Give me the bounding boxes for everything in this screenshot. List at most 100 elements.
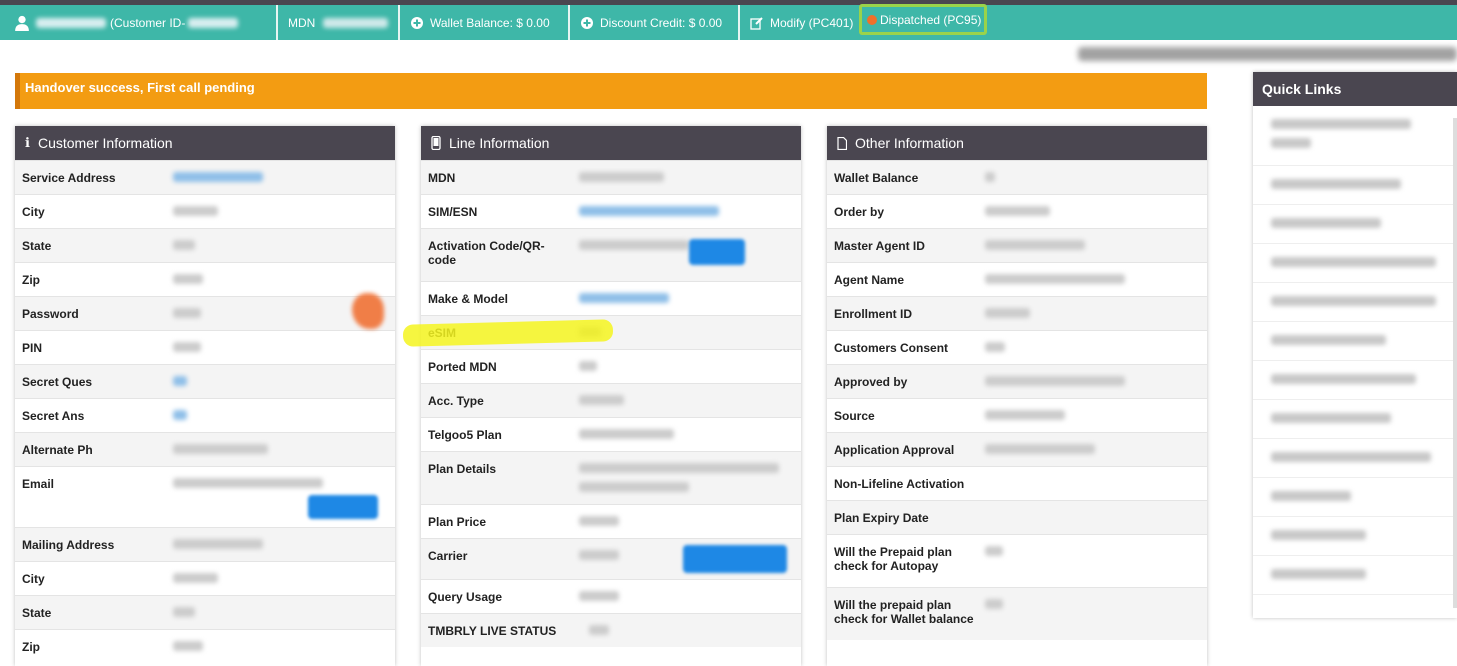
row-label: Password [22,307,79,321]
line-information-rows: MDN SIM/ESN Activation Code/QR-code Make… [421,160,801,647]
row-value[interactable] [165,433,395,466]
system-config-link[interactable] [1078,47,1457,61]
mobile-icon [431,136,441,150]
row-label: TMBRLY LIVE STATUS [428,624,557,638]
quick-link-item[interactable] [1253,244,1457,283]
row-label: Secret Ques [22,375,93,389]
info-row: Query Usage [421,579,801,613]
row-value [165,229,395,262]
quick-links-title: Quick Links [1262,81,1342,97]
qr-code-button[interactable] [689,239,745,265]
row-value[interactable] [571,580,801,613]
row-label: PIN [22,341,43,355]
row-value [977,263,1207,296]
info-row: Password [15,296,395,330]
quick-link-item[interactable] [1253,517,1457,556]
quick-link-item[interactable] [1253,283,1457,322]
quick-links-scrollbar[interactable] [1453,118,1457,608]
row-label: Secret Ans [22,409,85,423]
row-label: Non-Lifeline Activation [834,477,965,491]
row-label: Alternate Ph [22,443,93,457]
row-value [165,596,395,629]
row-value [165,195,395,228]
wallet-balance-segment[interactable]: Wallet Balance: $ 0.00 [400,5,570,40]
row-value [977,501,1207,534]
info-row: Customers Consent [827,330,1207,364]
row-value[interactable] [571,229,801,281]
row-value [571,384,801,417]
quick-link-item[interactable] [1253,400,1457,439]
customer-information-rows: Service Address City State Zip Password … [15,160,395,663]
info-row: Secret Ques [15,364,395,398]
row-label: Zip [22,273,40,287]
user-icon [15,15,29,31]
quick-link-item[interactable] [1253,106,1457,166]
row-value[interactable] [571,539,801,579]
quick-link-item[interactable] [1253,166,1457,205]
info-row: State [15,595,395,629]
row-label: Enrollment ID [834,307,913,321]
row-value[interactable] [165,467,395,527]
info-row: Approved by [827,364,1207,398]
email-action-button[interactable] [308,495,378,519]
row-label: City [22,572,45,586]
quick-link-item[interactable] [1253,556,1457,595]
mdn-label: MDN [288,15,316,30]
row-label: Telgoo5 Plan [428,428,502,442]
quick-link-item[interactable] [1253,322,1457,361]
other-information-header: Other Information [827,126,1207,160]
info-row: Will the Prepaid plan check for Autopay [827,534,1207,587]
row-label: Will the prepaid plan check for Wallet b… [834,598,974,626]
row-label: Master Agent ID [834,239,925,253]
row-value[interactable] [571,195,801,228]
info-row: Service Address [15,160,395,194]
row-value [977,161,1207,194]
row-value[interactable] [571,282,801,315]
customer-name-segment[interactable]: (Customer ID- [0,5,278,40]
info-row: Wallet Balance [827,160,1207,194]
row-label: Mailing Address [22,538,115,552]
row-value[interactable] [571,418,801,451]
quick-link-item[interactable] [1253,439,1457,478]
row-value[interactable] [165,399,395,432]
status-dot-icon [867,14,877,25]
annotation-mark [352,293,384,329]
line-information-header: Line Information [421,126,801,160]
row-label: Customers Consent [834,341,949,355]
quick-link-item[interactable] [1253,478,1457,517]
row-label: Service Address [22,171,116,185]
dispatched-status[interactable]: Dispatched (PC95) [859,4,987,35]
row-label: State [22,606,52,620]
info-row: Plan Price [421,504,801,538]
row-value[interactable] [165,161,395,194]
customer-information-panel: ℹ Customer Information Service Address C… [15,126,395,666]
file-icon [837,136,847,150]
other-information-panel: Other Information Wallet Balance Order b… [827,126,1207,666]
row-label: Agent Name [834,273,905,287]
row-value [165,630,395,663]
info-row: Application Approval [827,432,1207,466]
row-value [977,229,1207,262]
info-row: PIN [15,330,395,364]
quick-link-item[interactable] [1253,205,1457,244]
plus-circle-icon [411,16,423,29]
row-value[interactable] [165,528,395,561]
other-information-title: Other Information [855,135,964,151]
carrier-action-button[interactable] [683,545,787,573]
info-row: SIM/ESN [421,194,801,228]
discount-credit-segment[interactable]: Discount Credit: $ 0.00 [570,5,740,40]
row-label: Application Approval [834,443,955,457]
quick-link-item[interactable] [1253,361,1457,400]
dispatched-text: Dispatched (PC95) [880,12,982,27]
other-information-rows: Wallet Balance Order by Master Agent ID … [827,160,1207,640]
row-value[interactable] [571,161,801,194]
row-label: Email [22,477,55,491]
info-row: State [15,228,395,262]
info-row: Ported MDN [421,349,801,383]
row-value[interactable] [165,365,395,398]
row-value [997,467,1207,500]
info-row: Source [827,398,1207,432]
info-row: Mailing Address [15,527,395,561]
modify-segment[interactable]: Modify (PC401) [740,5,860,40]
row-label: Query Usage [428,590,503,604]
